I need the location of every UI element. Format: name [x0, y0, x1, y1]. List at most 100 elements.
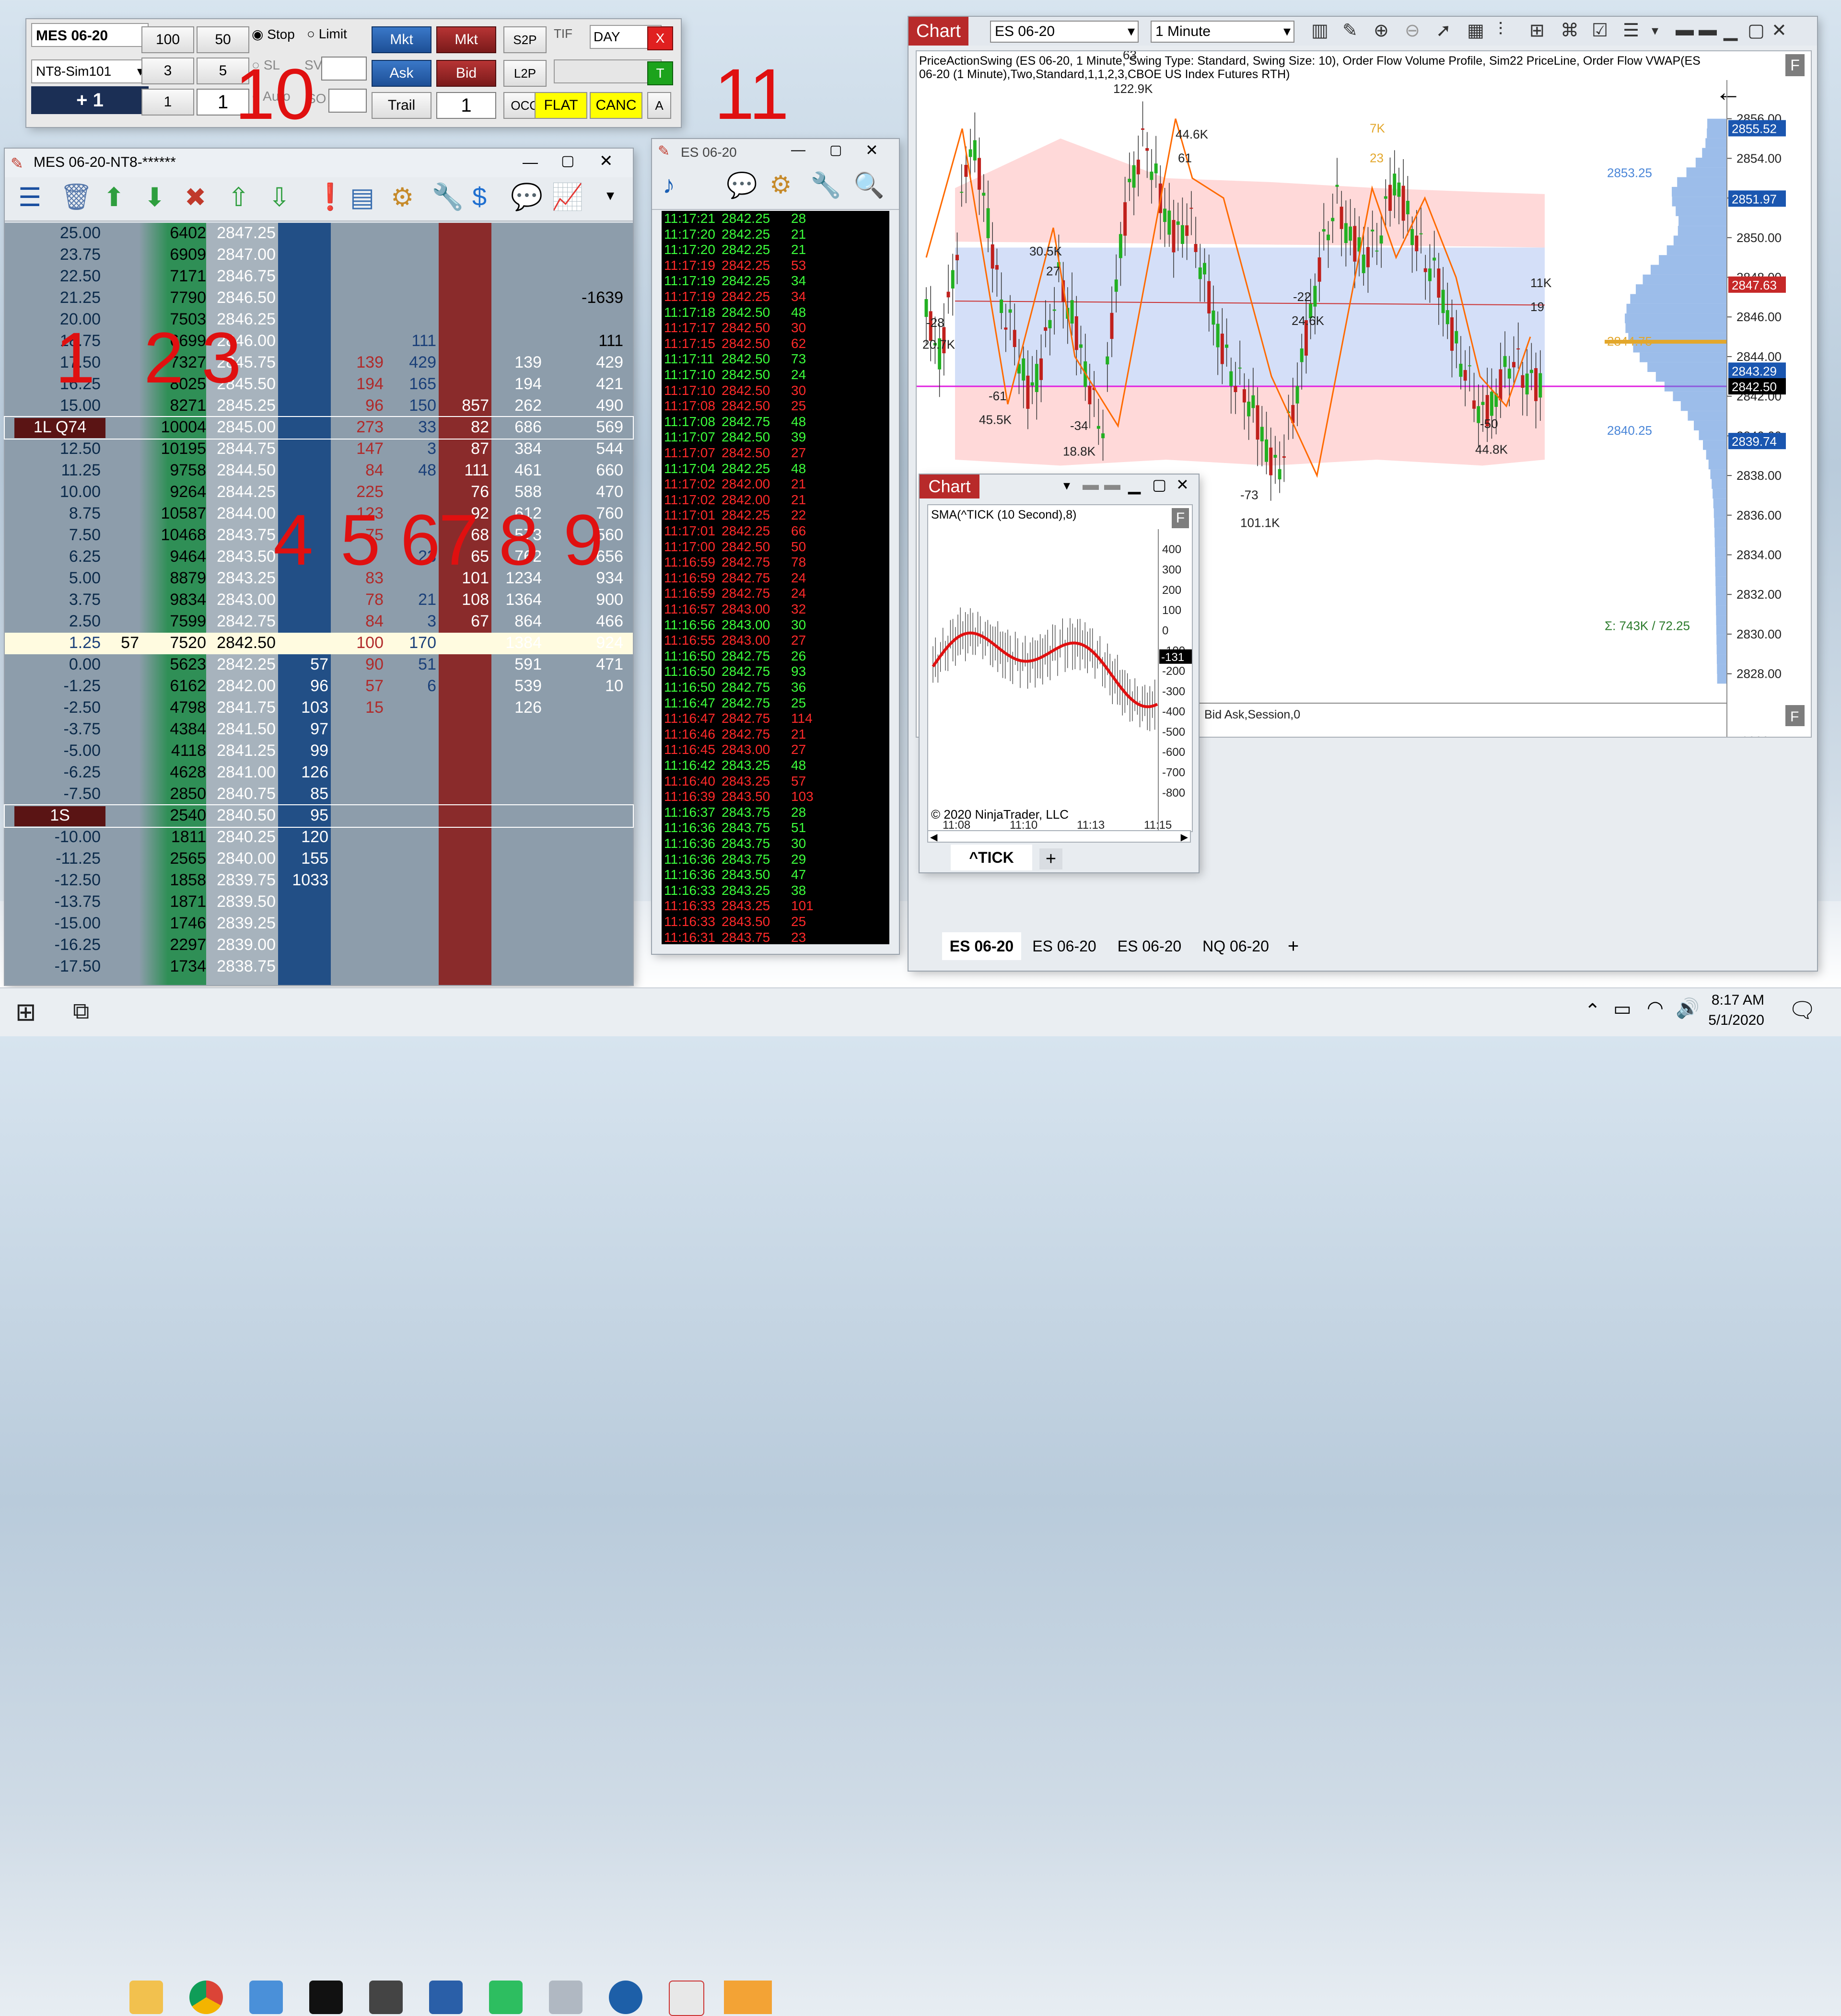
dom-cell-vol[interactable]: 2850 [144, 785, 206, 803]
atm-select[interactable]: ▾ [554, 59, 662, 83]
dom-row[interactable]: 25.00 6402 2847.25 [5, 223, 633, 244]
windows-start-icon[interactable]: ⊞ [15, 998, 36, 1027]
dom-row[interactable]: 8.75 10587 2844.00 123 92 612 760 [5, 503, 633, 525]
app-icon[interactable] [549, 1981, 583, 2014]
dom-cell-vol[interactable]: 1734 [144, 957, 206, 976]
dom-cell-vol[interactable]: 7599 [144, 612, 206, 631]
l2p-button[interactable]: L2P [503, 60, 547, 87]
position-marker[interactable]: 1S [14, 806, 105, 826]
wrench-icon[interactable]: 🔧 [810, 171, 841, 200]
so-input[interactable] [328, 89, 367, 113]
dom-row[interactable]: -13.75 1871 2839.50 [5, 892, 633, 913]
maximize-icon[interactable]: ▢ [829, 142, 842, 158]
dom-row[interactable]: -17.50 1734 2838.75 [5, 956, 633, 978]
dom-row[interactable]: 17.50 7327 2845.75 139 429 139 429 [5, 352, 633, 374]
s2p-button[interactable]: S2P [503, 26, 547, 53]
dom-cell-c4[interactable]: 155 [280, 849, 328, 868]
dom-cell-c4[interactable]: 57 [280, 655, 328, 674]
dom-row[interactable]: -2.50 4798 2841.75 103 15 126 [5, 697, 633, 719]
chevron-up-icon[interactable]: ⌃ [1585, 1000, 1601, 1022]
file-explorer-icon[interactable] [129, 1981, 163, 2014]
dom-cell-c4[interactable]: 96 [280, 677, 328, 695]
tile-icon[interactable]: ▬ [1104, 475, 1120, 494]
dom-cell-c5[interactable]: 84 [336, 461, 384, 480]
dom-cell-c8[interactable]: 126 [494, 698, 542, 717]
dom-row[interactable]: -12.50 1858 2839.75 1033 [5, 870, 633, 892]
dom-cell-c6[interactable]: 165 [388, 375, 436, 394]
dom-row[interactable]: 1.25 7520 2842.50 100 170 1384 924 57 [5, 633, 633, 654]
indicators-icon[interactable]: ⫶ [1498, 20, 1503, 40]
dom-row[interactable]: 22.50 7171 2846.75 [5, 266, 633, 288]
chart-icon[interactable]: ▤ [350, 182, 374, 212]
dom-cell-c9[interactable]: 490 [556, 396, 623, 415]
volume-icon[interactable]: 🔊 [1676, 997, 1700, 1020]
dom-cell-vol[interactable]: 6402 [144, 224, 206, 243]
dom-cell-c4[interactable]: 126 [280, 763, 328, 782]
down-green-icon[interactable]: ⇩ [268, 182, 290, 212]
dom-cell-c6[interactable]: 3 [388, 612, 436, 631]
dom-cell-vol[interactable]: 1871 [144, 892, 206, 911]
up-green-icon[interactable]: ⇧ [228, 182, 249, 212]
dom-cell-c9[interactable]: 660 [556, 461, 623, 480]
scroll-left-icon[interactable]: ◀ [930, 831, 937, 843]
properties-icon[interactable]: ▦ [1467, 20, 1484, 41]
dom-cell-c8[interactable]: 194 [494, 375, 542, 394]
tick-scrollbar[interactable]: ◀ ▶ [927, 830, 1191, 843]
zoom-out-icon[interactable]: ⊖ [1405, 20, 1420, 41]
remote-desktop-icon[interactable] [249, 1981, 283, 2014]
dom-cell-c6[interactable]: 170 [388, 634, 436, 652]
dom-row[interactable]: 21.25 7790 2846.50 -1639 [5, 288, 633, 309]
dom-cell-vol[interactable]: 7520 [144, 634, 206, 652]
dom-row[interactable]: 2.50 7599 2842.75 84 3 67 864 466 [5, 611, 633, 633]
chevron-down-icon[interactable]: ▾ [606, 186, 614, 204]
lower-f-label[interactable]: F [1790, 709, 1799, 725]
dom-cell-c8[interactable]: 384 [494, 440, 542, 458]
dom-row[interactable]: 5.00 8879 2843.25 83 101 1234 934 [5, 568, 633, 590]
dom-row[interactable]: -6.25 4628 2841.00 126 [5, 762, 633, 784]
dom-cell-c5[interactable]: 194 [336, 375, 384, 394]
dom-row[interactable]: -16.25 2297 2839.00 [5, 935, 633, 956]
mkt-buy-button[interactable]: Mkt [372, 26, 431, 53]
close-icon[interactable]: ✕ [1771, 20, 1787, 41]
chat-icon[interactable]: 💬 [511, 182, 543, 212]
qty-preset-100[interactable]: 100 [141, 26, 194, 53]
dom-cell-vol[interactable]: 9834 [144, 591, 206, 609]
tick-add-tab[interactable]: + [1039, 848, 1062, 869]
tile-icon[interactable]: ▬ [1676, 20, 1694, 40]
dom-cell-c4[interactable]: 85 [280, 785, 328, 803]
dom-row[interactable]: 6.25 9464 2843.50 23 65 762 656 [5, 546, 633, 568]
dom-cell-c7[interactable]: 67 [441, 612, 489, 631]
sound-icon[interactable]: ♪ [663, 171, 675, 199]
dom-cell-c8[interactable]: 139 [494, 353, 542, 372]
dom-cell-vol[interactable]: 1858 [144, 871, 206, 890]
trail-button[interactable]: Trail [372, 92, 431, 119]
tab-nq-06-20[interactable]: NQ 06-20 [1194, 932, 1278, 960]
notepad-icon[interactable] [429, 1981, 463, 2014]
chat-icon[interactable]: 💬 [726, 171, 757, 200]
dom-cell-c7[interactable]: 82 [441, 418, 489, 437]
trash-icon[interactable]: 🗑 [60, 182, 93, 212]
dom-cell-c8[interactable]: 864 [494, 612, 542, 631]
trail-input[interactable]: 1 [436, 92, 496, 119]
evernote-icon[interactable] [489, 1981, 523, 2014]
stop-radio[interactable]: ◉ Stop [252, 26, 295, 42]
dom-cell-c8[interactable]: 262 [494, 396, 542, 415]
dom-cell-vol[interactable]: 1811 [144, 828, 206, 846]
qty-preset-50[interactable]: 50 [197, 26, 249, 53]
dom-cell-c9[interactable]: 421 [556, 375, 623, 394]
dom-cell-c9[interactable]: 924 [556, 634, 623, 652]
strategy-icon[interactable]: ⚙ [769, 171, 792, 199]
tile-icon[interactable]: ▬ [1699, 20, 1717, 40]
maximize-icon[interactable]: ▢ [1748, 20, 1765, 41]
tab-es-06-20-2[interactable]: ES 06-20 [1024, 932, 1105, 960]
limit-radio[interactable]: ○ Limit [307, 26, 347, 42]
ask-button[interactable]: Ask [372, 60, 431, 87]
clock-time[interactable]: 8:17 AM [1707, 992, 1764, 1008]
dollar-icon[interactable]: $ [472, 182, 487, 212]
dom-cell-c9[interactable]: 471 [556, 655, 623, 674]
dom-cell-c7[interactable]: 108 [441, 591, 489, 609]
dom-row[interactable]: 0.00 5623 2842.25 57 90 51 591 471 [5, 654, 633, 676]
dom-cell-c5[interactable]: 84 [336, 612, 384, 631]
dom-row[interactable]: -15.00 1746 2839.25 [5, 913, 633, 935]
dom-cell-vol[interactable]: 10587 [144, 504, 206, 523]
